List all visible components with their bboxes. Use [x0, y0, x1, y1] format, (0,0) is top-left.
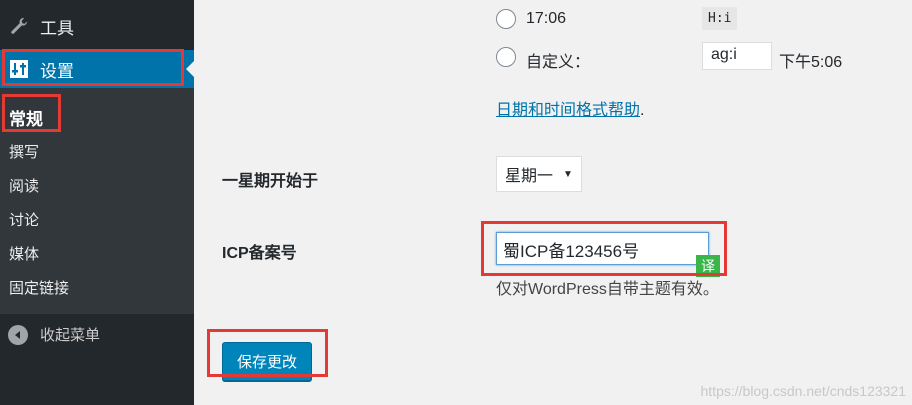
dropdown-arrow-icon: ▼	[563, 168, 573, 180]
menu-tools-label: 工具	[40, 18, 74, 38]
icp-label: ICP备案号	[222, 245, 297, 262]
menu-settings-label: 设置	[40, 61, 74, 81]
settings-main: 17:06 H:i 自定义： ag:i 下午5:06 日期和时间格式帮助. 一星…	[194, 0, 912, 405]
submenu-permalinks[interactable]: 固定链接	[9, 277, 69, 298]
save-changes-button[interactable]: 保存更改	[222, 342, 313, 381]
submenu-media[interactable]: 媒体	[9, 243, 39, 264]
translate-badge[interactable]: 译	[696, 255, 720, 277]
menu-settings[interactable]: 设置	[0, 50, 194, 88]
week-start-select[interactable]: 星期一 ▼	[496, 156, 582, 192]
date-time-help-link[interactable]: 日期和时间格式帮助	[496, 102, 640, 119]
submenu-general[interactable]: 常规	[9, 105, 43, 130]
settings-sliders-icon	[8, 58, 30, 80]
submenu-reading[interactable]: 阅读	[9, 175, 39, 196]
time-format-custom-label: 自定义：	[526, 54, 591, 71]
time-format-custom-input[interactable]: ag:i	[702, 42, 772, 70]
icp-description: 仅对WordPress自带主题有效。	[496, 281, 719, 298]
collapse-menu-label: 收起菜单	[40, 327, 101, 344]
time-format-label-hi: 17:06	[526, 10, 567, 27]
time-format-code: H:i	[702, 7, 738, 30]
week-start-value: 星期一	[505, 168, 554, 185]
collapse-arrow-icon	[8, 324, 28, 345]
collapse-menu[interactable]: 收起菜单	[8, 324, 100, 345]
settings-submenu: 常规 撰写 阅读 讨论 媒体 固定链接	[0, 88, 194, 314]
time-format-preview: 下午5:06	[779, 54, 843, 71]
menu-tools[interactable]: 工具	[0, 8, 194, 44]
admin-sidebar: 工具 设置 常规 撰写 阅读 讨论 媒体 固定链接 收起菜单	[0, 0, 194, 405]
time-format-radio-custom[interactable]	[496, 47, 516, 67]
help-link-row: 日期和时间格式帮助.	[496, 96, 644, 120]
submenu-discussion[interactable]: 讨论	[9, 209, 39, 230]
submenu-writing[interactable]: 撰写	[9, 141, 39, 162]
icp-input[interactable]: 蜀ICP备123456号	[496, 232, 709, 265]
week-start-label: 一星期开始于	[222, 173, 319, 190]
watermark: https://blog.csdn.net/cnds123321	[700, 383, 906, 399]
wrench-icon	[8, 15, 30, 37]
help-link-suffix: .	[640, 102, 645, 119]
time-format-radio-hi[interactable]	[496, 9, 516, 29]
